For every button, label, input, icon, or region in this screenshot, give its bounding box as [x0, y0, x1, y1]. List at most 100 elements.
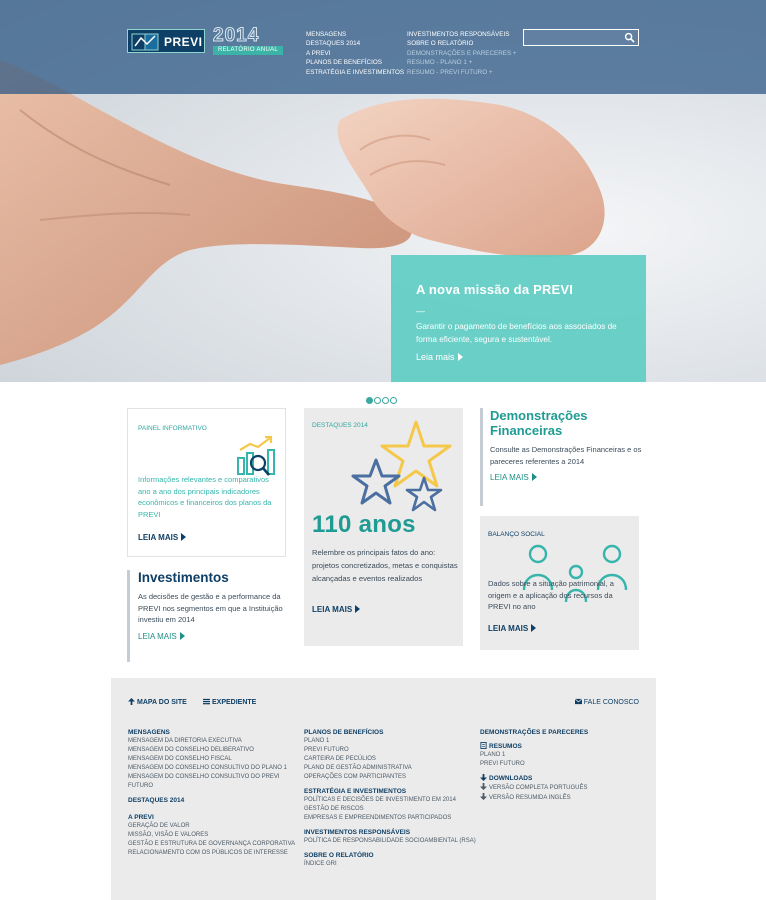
slider-dot-2[interactable] — [374, 397, 381, 404]
footer-heading-planos[interactable]: PLANOS DE BENEFÍCIOS — [304, 728, 476, 737]
footer-download-link[interactable]: VERSÃO COMPLETA PORTUGUÊS — [480, 783, 588, 793]
nav-resumo-previ-futuro[interactable]: RESUMO - PREVI FUTURO + — [407, 68, 517, 77]
painel-read-more-link[interactable]: LEIA MAIS — [138, 533, 187, 542]
footer-sitemap-label: MAPA DO SITE — [137, 699, 187, 706]
card-description: Relembre os principais fatos do ano: pro… — [312, 548, 458, 583]
slider-dot-4[interactable] — [390, 397, 397, 404]
footer-column-2: PLANOS DE BENEFÍCIOS PLANO 1 PREVI FUTUR… — [304, 728, 476, 869]
footer-link[interactable]: MISSÃO, VISÃO E VALORES — [128, 831, 295, 840]
footer-heading-sobre-relatorio[interactable]: SOBRE O RELATÓRIO — [304, 851, 476, 860]
footer-link[interactable]: MENSAGEM DA DIRETORIA EXECUTIVA — [128, 737, 295, 746]
footer-resumos-label: RESUMOS — [489, 743, 522, 750]
search-box — [523, 29, 639, 46]
mission-read-more-label: Leia mais — [416, 352, 455, 362]
footer-link[interactable]: PREVI FUTURO — [480, 760, 588, 769]
footer-download-link[interactable]: VERSÃO RESUMIDA INGLÊS — [480, 793, 588, 803]
logo-text: PREVI — [164, 35, 203, 49]
mission-read-more-link[interactable]: Leia mais — [416, 352, 463, 362]
footer-link[interactable]: CARTEIRA DE PECÚLIOS — [304, 755, 476, 764]
nav-demonstracoes[interactable]: DEMONSTRAÇÕES E PARECERES + — [407, 49, 517, 58]
footer-link[interactable]: PLANO 1 — [304, 737, 476, 746]
nav-mensagens[interactable]: MENSAGENS — [306, 30, 404, 39]
footer-expediente-link[interactable]: EXPEDIENTE — [203, 698, 256, 706]
footer-link[interactable]: GESTÃO E ESTRUTURA DE GOVERNANÇA CORPORA… — [128, 840, 295, 849]
footer-link[interactable]: EMPRESAS E EMPREENDIMENTOS PARTICIPADOS — [304, 814, 476, 823]
arrow-right-icon — [181, 533, 187, 541]
nav-a-previ[interactable]: A PREVI — [306, 49, 404, 58]
destaques-read-more-link[interactable]: LEIA MAIS — [312, 605, 361, 614]
stars-illustration-icon — [351, 420, 452, 512]
card-title: Demonstrações Financeiras — [490, 408, 588, 438]
slider-dots — [366, 391, 398, 404]
footer-link[interactable]: FUTURO — [128, 782, 295, 791]
mission-dash: — — [416, 306, 425, 316]
footer-contact-link[interactable]: FALE CONOSCO — [574, 698, 639, 706]
demonstracoes-read-more-label: LEIA MAIS — [490, 473, 529, 482]
footer-link[interactable]: PLANO DE GESTÃO ADMINISTRATIVA — [304, 764, 476, 773]
footer-heading-demonstracoes[interactable]: DEMONSTRAÇÕES E PARECERES — [480, 728, 588, 737]
top-bar: PREVI 2014 RELATÓRIO ANUAL MENSAGENS DES… — [0, 0, 766, 94]
logo[interactable]: PREVI 2014 RELATÓRIO ANUAL — [127, 25, 287, 59]
footer-link[interactable]: MENSAGEM DO CONSELHO CONSULTIVO DO PLANO… — [128, 764, 295, 773]
footer-heading-estrategia[interactable]: ESTRATÉGIA E INVESTIMENTOS — [304, 787, 476, 796]
nav-resumo-plano1[interactable]: RESUMO - PLANO 1 + — [407, 58, 517, 67]
card-title: Investimentos — [138, 570, 229, 585]
footer-sitemap-link[interactable]: MAPA DO SITE — [128, 698, 187, 706]
card-painel-informativo: PAINEL INFORMATIVO Informações relevante… — [127, 408, 286, 557]
footer-link[interactable]: ÍNDICE GRI — [304, 860, 476, 869]
list-icon — [203, 698, 210, 705]
card-description: As decisões de gestão e a performance da… — [138, 592, 283, 624]
footer-link[interactable]: MENSAGEM DO CONSELHO CONSULTIVO DO PREVI — [128, 773, 295, 782]
footer-heading-destaques[interactable]: DESTAQUES 2014 — [128, 796, 295, 805]
footer-link[interactable]: MENSAGEM DO CONSELHO FISCAL — [128, 755, 295, 764]
footer-heading-downloads[interactable]: DOWNLOADS — [480, 774, 588, 783]
card-description: Dados sobre a situação patrimonial, a or… — [488, 579, 614, 611]
arrow-right-icon — [531, 624, 537, 632]
download-arrow-icon — [480, 774, 487, 781]
footer-link[interactable]: MENSAGEM DO CONSELHO DELIBERATIVO — [128, 746, 295, 755]
footer-link[interactable]: POLÍTICA DE RESPONSABILIDADE SOCIOAMBIEN… — [304, 837, 476, 846]
footer-downloads-label: DOWNLOADS — [489, 775, 533, 782]
mission-text: Garantir o pagamento de benefícios aos a… — [416, 322, 617, 344]
card-label: BALANÇO SOCIAL — [488, 531, 545, 538]
destaques-read-more-label: LEIA MAIS — [312, 605, 353, 614]
investimentos-read-more-label: LEIA MAIS — [138, 631, 177, 641]
mission-panel: A nova missão da PREVI — Garantir o paga… — [391, 255, 646, 382]
card-balanco-social: BALANÇO SOCIAL Dados sobre a situação pa… — [480, 516, 639, 650]
slider-dot-3[interactable] — [382, 397, 389, 404]
nav-sobre-relatorio[interactable]: SOBRE O RELATÓRIO — [407, 39, 517, 48]
investimentos-read-more-link[interactable]: LEIA MAIS — [138, 631, 185, 641]
footer-link[interactable]: GERAÇÃO DE VALOR — [128, 822, 295, 831]
nav-destaques[interactable]: DESTAQUES 2014 — [306, 39, 404, 48]
footer-download-label: VERSÃO RESUMIDA INGLÊS — [489, 795, 571, 801]
nav-estrategia[interactable]: ESTRATÉGIA E INVESTIMENTOS — [306, 68, 404, 77]
search-input[interactable] — [527, 31, 622, 44]
balanco-read-more-link[interactable]: LEIA MAIS — [488, 624, 537, 633]
search-icon[interactable] — [624, 32, 635, 43]
footer-heading-a-previ[interactable]: A PREVI — [128, 813, 295, 822]
demonstracoes-read-more-link[interactable]: LEIA MAIS — [490, 473, 537, 482]
footer-heading-investimentos-responsaveis[interactable]: INVESTIMENTOS RESPONSÁVEIS — [304, 828, 476, 837]
nav-investimentos-responsaveis[interactable]: INVESTIMENTOS RESPONSÁVEIS — [407, 30, 517, 39]
footer-link[interactable]: POLÍTICAS E DECISÕES DE INVESTIMENTO EM … — [304, 796, 476, 805]
footer-link[interactable]: PREVI FUTURO — [304, 746, 476, 755]
arrow-up-icon — [128, 698, 135, 705]
footer-link[interactable]: PLANO 1 — [480, 751, 588, 760]
nav-planos[interactable]: PLANOS DE BENEFÍCIOS — [306, 58, 404, 67]
footer-heading-mensagens[interactable]: MENSAGENS — [128, 728, 295, 737]
logo-year: 2014 — [212, 25, 260, 47]
envelope-icon — [574, 698, 582, 705]
document-icon — [480, 742, 487, 749]
slider-dot-1[interactable] — [366, 397, 373, 404]
hero-banner: PREVI 2014 RELATÓRIO ANUAL MENSAGENS DES… — [0, 0, 766, 382]
footer-link[interactable]: GESTÃO DE RISCOS — [304, 805, 476, 814]
card-highlight-number: 110 anos — [312, 511, 416, 538]
footer-heading-resumos[interactable]: RESUMOS — [480, 742, 588, 751]
footer-link[interactable]: RELACIONAMENTO COM OS PÚBLICOS DE INTERE… — [128, 849, 295, 858]
footer-link[interactable]: OPERAÇÕES COM PARTICIPANTES — [304, 773, 476, 782]
arrow-right-icon — [531, 473, 537, 481]
download-arrow-icon — [480, 783, 487, 790]
download-arrow-icon — [480, 793, 487, 800]
previ-mark-icon — [131, 33, 159, 51]
card-demonstracoes-financeiras: Demonstrações Financeiras Consulte as De… — [480, 408, 641, 506]
